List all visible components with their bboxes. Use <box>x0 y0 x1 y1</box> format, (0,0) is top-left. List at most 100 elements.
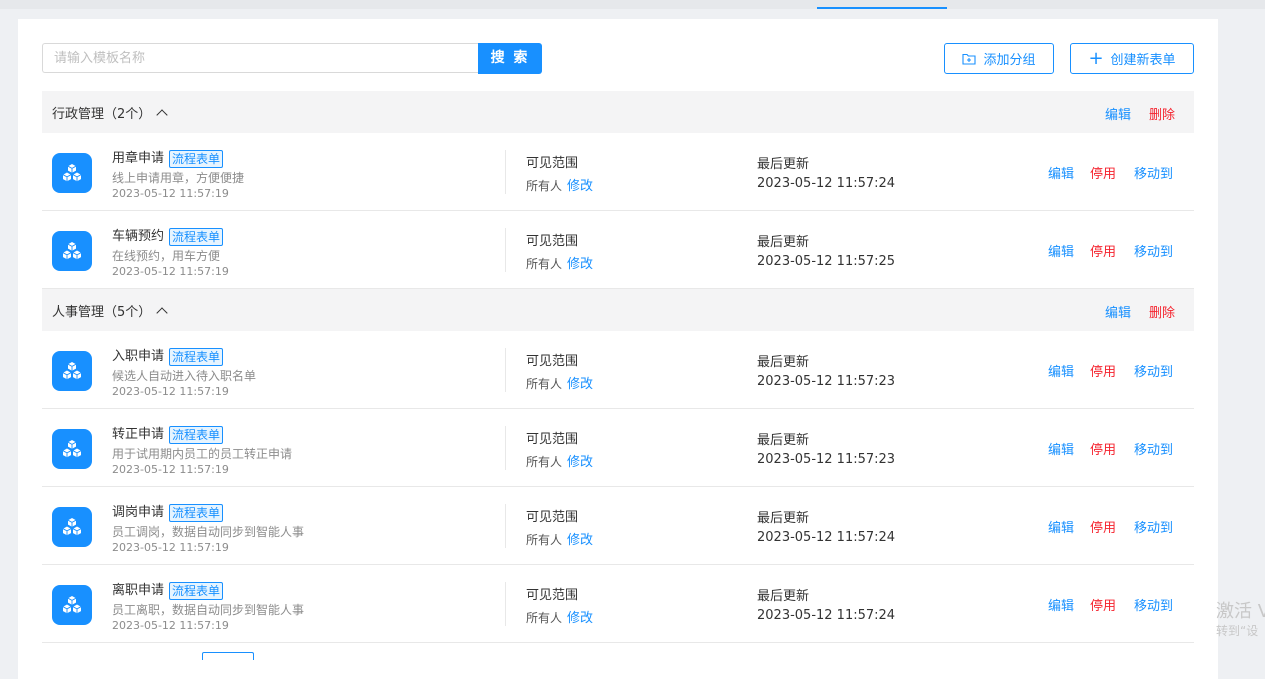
updated-value: 2023-05-12 11:57:24 <box>757 608 896 623</box>
visibility-label: 可见范围 <box>526 234 579 249</box>
row-disable-link[interactable]: 停用 <box>1090 361 1116 380</box>
visibility-value-text: 所有人 <box>526 179 563 193</box>
cubes-icon <box>62 518 82 536</box>
form-description: 候选人自动进入待入职名单 <box>112 369 257 383</box>
cubes-icon <box>62 362 82 380</box>
form-description: 在线预约，用车方便 <box>112 249 221 263</box>
updated-label: 最后更新 <box>757 433 810 448</box>
updated-label: 最后更新 <box>757 589 810 604</box>
group-edit-link[interactable]: 编辑 <box>1105 104 1131 123</box>
form-name-text: 入职申请 <box>112 349 165 364</box>
row-disable-link[interactable]: 停用 <box>1090 439 1116 458</box>
form-created-time: 2023-05-12 11:57:19 <box>112 541 229 554</box>
updated-value: 2023-05-12 11:57:23 <box>757 452 896 467</box>
row-move-link[interactable]: 移动到 <box>1134 361 1173 380</box>
visibility-value: 所有人 修改 <box>526 373 593 392</box>
form-row: 离职申请 流程表单 员工离职，数据自动同步到智能人事 2023-05-12 11:57… <box>42 565 1194 643</box>
row-edit-link[interactable]: 编辑 <box>1048 439 1074 458</box>
search-button[interactable]: 搜 索 <box>478 43 542 74</box>
form-name-text: 车辆预约 <box>112 229 165 244</box>
add-group-label: 添加分组 <box>983 53 1036 68</box>
row-move-link[interactable]: 移动到 <box>1134 163 1173 182</box>
cubes-icon <box>62 596 82 614</box>
visibility-value-text: 所有人 <box>526 611 563 625</box>
form-created-time: 2023-05-12 11:57:19 <box>112 187 229 200</box>
form-row: 车辆预约 流程表单在线预约，用车方便 2023-05-12 11:57:19 可见范围… <box>42 211 1194 289</box>
form-name[interactable]: 调岗申请 流程表单 <box>112 501 224 522</box>
row-move-link[interactable]: 移动到 <box>1134 241 1173 260</box>
visibility-value: 所有人 修改 <box>526 529 593 548</box>
form-created-time: 2023-05-12 11:57:19 <box>112 463 229 476</box>
create-form-button[interactable]: + 创建新表单 <box>1070 43 1194 74</box>
updated-value: 2023-05-12 11:57:23 <box>757 374 896 389</box>
updated-label: 最后更新 <box>757 235 810 250</box>
group-title-text: 行政管理（2个） <box>52 107 152 122</box>
updated-value: 2023-05-12 11:57:25 <box>757 254 896 269</box>
updated-label: 最后更新 <box>757 157 810 172</box>
visibility-label: 可见范围 <box>526 156 579 171</box>
form-type-tag: 流程表单 <box>169 227 224 246</box>
form-name-text: 转正申请 <box>112 427 165 442</box>
form-type-tag: 流程表单 <box>169 581 224 600</box>
row-edit-link[interactable]: 编辑 <box>1048 163 1074 182</box>
visibility-edit-link[interactable]: 修改 <box>567 257 593 272</box>
folder-plus-icon <box>962 53 977 65</box>
activation-watermark-sub: 转到“设 <box>1216 624 1259 638</box>
form-name[interactable]: 车辆预约 流程表单 <box>112 225 224 246</box>
updated-label: 最后更新 <box>757 355 810 370</box>
row-divider <box>505 426 506 470</box>
cubes-icon <box>62 242 82 260</box>
form-app-icon <box>52 153 92 193</box>
visibility-label: 可见范围 <box>526 432 579 447</box>
group-delete-link[interactable]: 删除 <box>1149 302 1175 321</box>
search-input[interactable] <box>42 43 478 73</box>
visibility-value-text: 所有人 <box>526 533 563 547</box>
top-tab-bar <box>0 0 1265 9</box>
group-title-text: 人事管理（5个） <box>52 305 152 320</box>
visibility-edit-link[interactable]: 修改 <box>567 179 593 194</box>
visibility-value: 所有人 修改 <box>526 175 593 194</box>
row-divider <box>505 228 506 272</box>
chevron-up-icon[interactable] <box>156 109 168 121</box>
form-created-time: 2023-05-12 11:57:19 <box>112 265 229 278</box>
visibility-edit-link[interactable]: 修改 <box>567 377 593 392</box>
active-tab-indicator <box>817 7 947 9</box>
updated-value: 2023-05-12 11:57:24 <box>757 530 896 545</box>
row-disable-link[interactable]: 停用 <box>1090 517 1116 536</box>
row-disable-link[interactable]: 停用 <box>1090 163 1116 182</box>
form-type-tag: 流程表单 <box>169 425 224 444</box>
group-title[interactable]: 行政管理（2个） <box>52 103 168 122</box>
row-edit-link[interactable]: 编辑 <box>1048 595 1074 614</box>
form-type-tag: 流程表单 <box>169 503 224 522</box>
row-move-link[interactable]: 移动到 <box>1134 595 1173 614</box>
group-delete-link[interactable]: 删除 <box>1149 104 1175 123</box>
group-title[interactable]: 人事管理（5个） <box>52 301 168 320</box>
row-edit-link[interactable]: 编辑 <box>1048 517 1074 536</box>
form-row: 用章申请 流程表单线上申请用章，方便便捷 2023-05-12 11:57:19 可见… <box>42 133 1194 211</box>
visibility-value-text: 所有人 <box>526 455 563 469</box>
row-move-link[interactable]: 移动到 <box>1134 517 1173 536</box>
row-disable-link[interactable]: 停用 <box>1090 595 1116 614</box>
row-move-link[interactable]: 移动到 <box>1134 439 1173 458</box>
create-form-label: 创建新表单 <box>1110 53 1176 68</box>
visibility-value-text: 所有人 <box>526 377 563 391</box>
chevron-up-icon[interactable] <box>156 307 168 319</box>
row-edit-link[interactable]: 编辑 <box>1048 241 1074 260</box>
form-name[interactable]: 转正申请 流程表单 <box>112 423 224 444</box>
form-description: 线上申请用章，方便便捷 <box>112 171 245 185</box>
form-name[interactable]: 入职申请 流程表单 <box>112 345 224 366</box>
add-group-button[interactable]: 添加分组 <box>944 43 1054 74</box>
visibility-edit-link[interactable]: 修改 <box>567 455 593 470</box>
visibility-edit-link[interactable]: 修改 <box>567 611 593 626</box>
form-name-text: 用章申请 <box>112 151 165 166</box>
form-name[interactable]: 离职申请 流程表单 <box>112 579 224 600</box>
group-header: 人事管理（5个） 编辑 删除 <box>42 289 1194 331</box>
row-disable-link[interactable]: 停用 <box>1090 241 1116 260</box>
group-edit-link[interactable]: 编辑 <box>1105 302 1131 321</box>
form-row: 入职申请 流程表单 候选人自动进入待入职名单 2023-05-12 11:57:19 可… <box>42 331 1194 409</box>
row-edit-link[interactable]: 编辑 <box>1048 361 1074 380</box>
form-app-icon <box>52 231 92 271</box>
visibility-value: 所有人 修改 <box>526 607 593 626</box>
form-name[interactable]: 用章申请 流程表单 <box>112 147 224 168</box>
visibility-edit-link[interactable]: 修改 <box>567 533 593 548</box>
